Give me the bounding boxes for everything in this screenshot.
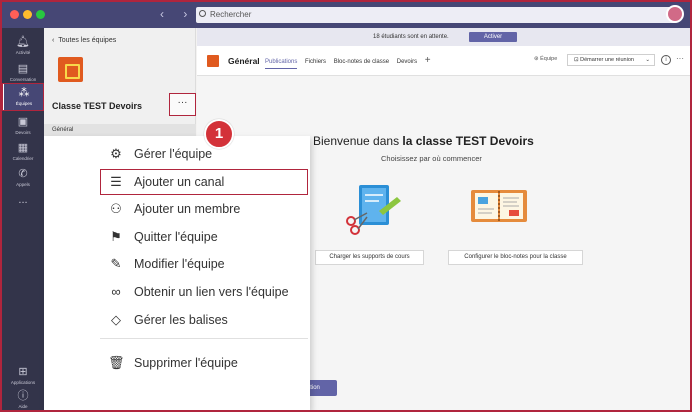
- nav-arrows[interactable]: ‹ ›: [160, 7, 195, 21]
- welcome-title: Bienvenue dans la classe TEST Devoirs: [313, 134, 534, 148]
- assignments-icon: ▣: [17, 116, 29, 128]
- app-rail: 🔔︎ Activité ▤ Conversation ⁂ Équipes ▣ D…: [2, 28, 44, 410]
- avatar[interactable]: [666, 5, 684, 23]
- info-icon[interactable]: i: [661, 55, 671, 65]
- menu-divider: [100, 338, 308, 339]
- rail-item-help[interactable]: ⓘ Aide: [2, 386, 44, 410]
- channel-item-general[interactable]: Général: [44, 124, 196, 136]
- tag-icon: ◇: [111, 312, 121, 327]
- tab-publications[interactable]: Publications: [265, 59, 298, 69]
- trash-icon: 🗑︎: [108, 355, 125, 370]
- rail-item-calls[interactable]: ✆ Appels: [2, 164, 44, 192]
- team-logo: [58, 57, 83, 82]
- back-to-all-teams-link[interactable]: ‹ Toutes les équipes: [52, 37, 116, 44]
- minimize-window-button[interactable]: [23, 10, 32, 19]
- link-icon: ∞: [111, 284, 121, 299]
- channel-header: Général Publications Fichiers Bloc-notes…: [197, 46, 690, 76]
- channel-tabs: Publications Fichiers Bloc-notes de clas…: [265, 56, 437, 69]
- phone-icon: ✆: [18, 168, 28, 180]
- app-window: ‹ › Rechercher 🔔︎ Activité ▤ Conversatio…: [0, 0, 692, 412]
- team-options-menu: ⚙︎ Gérer l'équipe ☰ Ajouter un canal ⚇ A…: [44, 136, 310, 410]
- welcome-subtitle: Choisissez par où commencer: [381, 154, 482, 163]
- menu-item-delete-team[interactable]: 🗑︎ Supprimer l'équipe: [44, 350, 310, 376]
- tab-class-notebook[interactable]: Bloc-notes de classe: [334, 59, 389, 65]
- start-meeting-button[interactable]: ⊡ Démarrer une réunion ⌄: [567, 54, 655, 66]
- chat-icon: ▤: [17, 63, 29, 75]
- rail-item-more[interactable]: ...: [2, 190, 44, 218]
- channel-icon: ☰: [110, 174, 122, 189]
- add-tab-button[interactable]: +: [425, 56, 431, 66]
- step-badge: 1: [204, 119, 234, 149]
- menu-item-leave-team[interactable]: ⚑ Quitter l'équipe: [44, 224, 310, 250]
- menu-item-edit-team[interactable]: ✎ Modifier l'équipe: [44, 251, 310, 277]
- upload-course-materials-button[interactable]: Charger les supports de cours: [315, 250, 424, 265]
- team-more-options-button[interactable]: ···: [169, 93, 196, 116]
- course-materials-illustration: [346, 185, 401, 235]
- more-icon: ...: [18, 194, 28, 206]
- channel-title: Général: [228, 56, 260, 66]
- tab-files[interactable]: Fichiers: [305, 59, 326, 65]
- pencil-icon: ✎: [110, 256, 122, 271]
- channel-team-logo: [207, 55, 219, 67]
- search-input[interactable]: Rechercher: [196, 7, 676, 23]
- calendar-icon: ▦: [17, 142, 29, 154]
- bell-icon: 🔔︎: [16, 36, 30, 48]
- search-placeholder: Rechercher: [210, 10, 252, 19]
- leave-icon: ⚑: [110, 229, 122, 244]
- gear-icon: ⚙︎: [110, 146, 122, 161]
- pending-students-banner: 18 étudiants sont en attente. Activer: [197, 28, 690, 46]
- apps-icon: ⊞: [18, 366, 28, 378]
- title-bar: ‹ › Rechercher: [2, 2, 690, 28]
- add-person-icon: ⚇: [110, 201, 122, 216]
- menu-item-add-member[interactable]: ⚇ Ajouter un membre: [44, 196, 310, 222]
- close-window-button[interactable]: [10, 10, 19, 19]
- setup-class-notebook-button[interactable]: Configurer le bloc-notes pour la classe: [448, 250, 583, 265]
- team-name: Classe TEST Devoirs: [52, 101, 143, 111]
- banner-text: 18 étudiants sont en attente.: [373, 34, 449, 40]
- teams-icon: ⁂: [18, 87, 30, 99]
- rail-item-calendar[interactable]: ▦ Calendrier: [2, 138, 44, 166]
- rail-item-activity[interactable]: 🔔︎ Activité: [2, 32, 44, 60]
- rail-item-assignments[interactable]: ▣ Devoirs: [2, 112, 44, 140]
- class-notebook-illustration: [471, 190, 527, 222]
- menu-item-manage-tags[interactable]: ◇ Gérer les balises: [44, 307, 310, 333]
- tab-assignments[interactable]: Devoirs: [397, 59, 417, 65]
- menu-item-manage-team[interactable]: ⚙︎ Gérer l'équipe: [44, 141, 310, 167]
- chevron-down-icon: ⌄: [645, 57, 650, 63]
- activate-button[interactable]: Activer: [469, 32, 517, 42]
- search-icon: [199, 10, 206, 17]
- menu-item-add-channel[interactable]: ☰ Ajouter un canal: [100, 169, 308, 195]
- help-icon: ⓘ: [17, 390, 29, 402]
- team-button[interactable]: ⊛ Équipe: [534, 56, 557, 62]
- maximize-window-button[interactable]: [36, 10, 45, 19]
- rail-item-teams[interactable]: ⁂ Équipes: [2, 83, 44, 111]
- menu-item-get-link[interactable]: ∞ Obtenir un lien vers l'équipe: [44, 279, 310, 305]
- channel-more-icon[interactable]: ···: [676, 54, 684, 63]
